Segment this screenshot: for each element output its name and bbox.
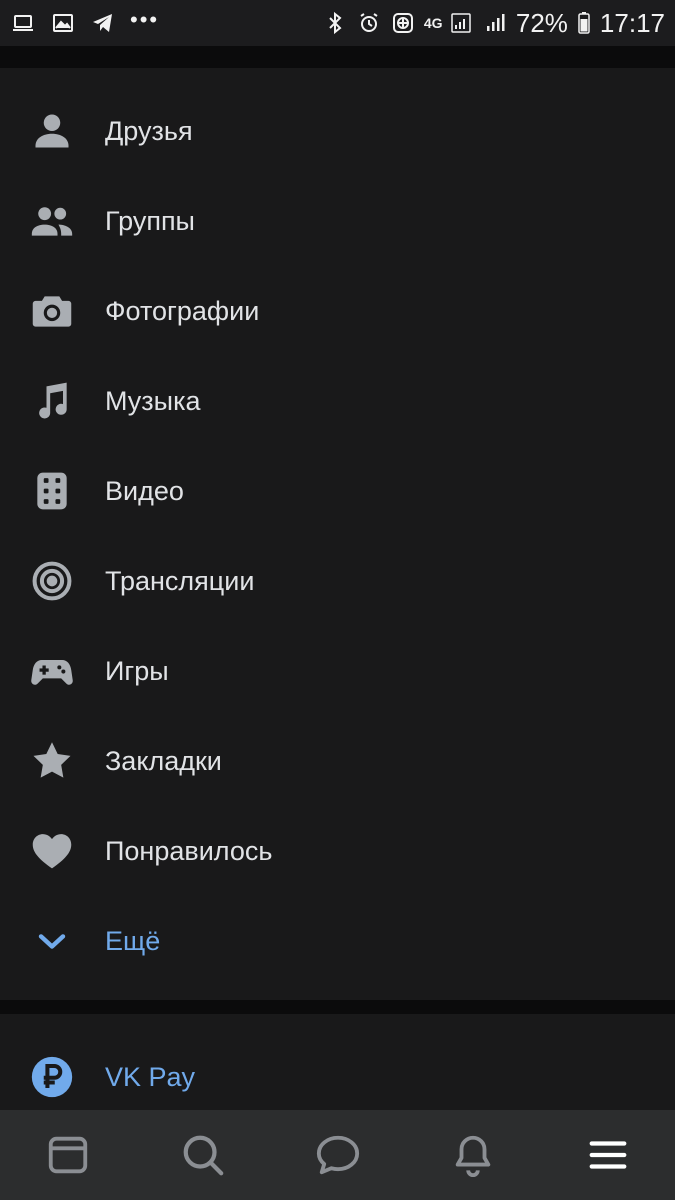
person-icon [28, 107, 76, 155]
menu-item-vkpay[interactable]: VK Pay [0, 1032, 675, 1122]
hamburger-menu-icon [589, 1141, 626, 1169]
menu-item-groups[interactable]: Группы [0, 176, 675, 266]
menu-item-label: Игры [105, 655, 169, 686]
menu-item-label: Закладки [105, 745, 222, 776]
menu-item-label: Музыка [105, 385, 201, 416]
menu-item-label: Ещё [105, 925, 161, 956]
menu-item-liked[interactable]: Понравилось [0, 806, 675, 896]
newsfeed-icon [48, 1136, 87, 1174]
search-tab[interactable] [135, 1110, 270, 1200]
menu-item-label: Трансляции [105, 565, 255, 596]
menu-item-photos[interactable]: Фотографии [0, 266, 675, 356]
menu-item-bookmarks[interactable]: Закладки [0, 716, 675, 806]
menu-item-label: Видео [105, 475, 184, 506]
video-film-icon [28, 467, 76, 515]
menu-item-label: Фотографии [105, 295, 260, 326]
menu-item-games[interactable]: Игры [0, 626, 675, 716]
battery-icon [576, 10, 592, 36]
telegram-icon [90, 10, 116, 36]
menu-tab[interactable] [540, 1110, 675, 1200]
battery-percent: 72% [515, 8, 568, 38]
chevron-down-icon [28, 917, 76, 965]
more-dots-icon: ••• [130, 7, 160, 32]
vpn-globe-icon [390, 10, 416, 36]
clock: 17:17 [599, 8, 665, 38]
signal-icon [448, 10, 474, 36]
people-icon [28, 197, 76, 245]
gamepad-icon [28, 647, 76, 695]
news-tab[interactable] [0, 1110, 135, 1200]
laptop-icon [10, 10, 36, 36]
music-note-icon [28, 377, 76, 425]
status-bar: ••• 4G 72% 17:17 [0, 0, 675, 46]
ruble-icon [28, 1053, 76, 1101]
menu-item-label: Друзья [105, 115, 193, 146]
search-icon [183, 1135, 223, 1176]
bluetooth-icon [322, 10, 348, 36]
menu-item-video[interactable]: Видео [0, 446, 675, 536]
image-icon [50, 10, 76, 36]
screen: ••• 4G 72% 17:17 Друзья Группы Фотографи… [0, 0, 675, 1200]
signal-icon-2 [482, 10, 508, 36]
star-icon [28, 737, 76, 785]
camera-icon [28, 287, 76, 335]
bell-icon [455, 1135, 490, 1177]
menu-item-music[interactable]: Музыка [0, 356, 675, 446]
broadcast-icon [28, 557, 76, 605]
menu-item-label: Понравилось [105, 835, 273, 866]
bottom-tab-bar [0, 1110, 675, 1200]
menu-card: Друзья Группы Фотографии Музыка Видео Тр… [0, 68, 675, 1000]
vkpay-card: VK Pay [0, 1014, 675, 1110]
menu-item-friends[interactable]: Друзья [0, 86, 675, 176]
alarm-icon [356, 10, 382, 36]
chat-bubble-icon [316, 1135, 359, 1175]
network-type-label: 4G [423, 15, 443, 31]
heart-icon [28, 827, 76, 875]
menu-item-broadcasts[interactable]: Трансляции [0, 536, 675, 626]
menu-item-label: Группы [105, 205, 195, 236]
notifications-tab[interactable] [405, 1110, 540, 1200]
messages-tab[interactable] [270, 1110, 405, 1200]
menu-item-label: VK Pay [105, 1061, 196, 1092]
menu-item-more[interactable]: Ещё [0, 896, 675, 986]
